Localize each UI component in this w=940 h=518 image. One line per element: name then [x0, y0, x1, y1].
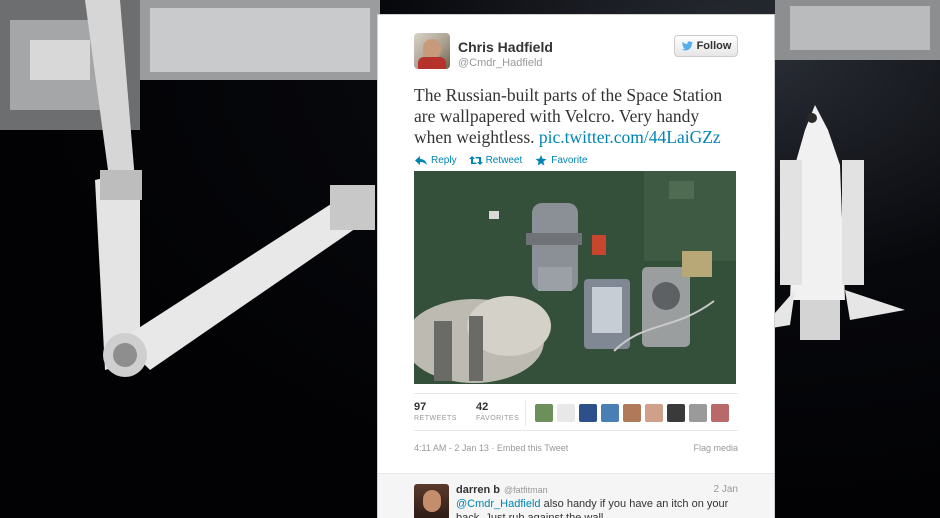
favorites-count: 42 — [476, 401, 489, 413]
follow-button[interactable]: Follow — [674, 35, 738, 57]
retweets-label: RETWEETS — [414, 415, 457, 422]
avatar-face — [423, 39, 441, 59]
reply-avatar-face — [423, 490, 441, 512]
tweet-actions: Reply Retweet Favorite — [414, 155, 738, 166]
favorites-label: FAVORITES — [476, 415, 520, 422]
favorite-star-icon — [535, 155, 547, 166]
flag-media-link[interactable]: Flag media — [693, 443, 738, 453]
tweet-card: Chris Hadfield @Cmdr_Hadfield Follow The… — [377, 14, 775, 518]
follow-label: Follow — [696, 40, 732, 52]
reply-author-name[interactable]: darren b — [456, 484, 500, 496]
tweet-timestamp[interactable]: 4:11 AM - 2 Jan 13 — [414, 443, 489, 453]
reply-date[interactable]: 2 Jan — [714, 484, 738, 495]
retweeter-avatar[interactable] — [689, 404, 707, 422]
velcro-wall-photo — [414, 171, 736, 384]
retweet-action[interactable]: Retweet — [468, 155, 523, 166]
reply-action[interactable]: Reply — [414, 155, 457, 166]
retweets-count: 97 — [414, 401, 427, 413]
tweet-author: Chris Hadfield @Cmdr_Hadfield Follow — [414, 33, 738, 73]
favorite-label: Favorite — [551, 155, 588, 166]
avatar-shirt — [418, 57, 446, 69]
favorites-stat[interactable]: 42 FAVORITES — [476, 401, 519, 422]
retweeter-avatar[interactable] — [557, 404, 575, 422]
reply-mention-link[interactable]: @Cmdr_Hadfield — [456, 498, 541, 510]
tweet-meta: 4:11 AM - 2 Jan 13 · Embed this Tweet Fl… — [414, 443, 738, 453]
favorite-action[interactable]: Favorite — [534, 155, 587, 166]
replies-section: darren b @fatfitman 2 Jan @Cmdr_Hadfield… — [378, 473, 774, 518]
author-avatar[interactable] — [414, 33, 450, 69]
reply-text: @Cmdr_Hadfield also handy if you have an… — [456, 497, 740, 518]
reply-author-handle[interactable]: @fatfitman — [504, 485, 548, 495]
tweet-media-link[interactable]: pic.twitter.com/44LaiGZz — [539, 127, 721, 147]
retweets-stat[interactable]: 97 RETWEETS — [414, 401, 457, 422]
stats-divider — [525, 400, 526, 426]
embed-tweet-link[interactable]: Embed this Tweet — [497, 443, 568, 453]
retweeter-avatar[interactable] — [645, 404, 663, 422]
reply-label: Reply — [431, 155, 457, 166]
tweet-stats: 97 RETWEETS 42 FAVORITES — [414, 393, 738, 431]
retweet-label: Retweet — [485, 155, 523, 166]
retweeter-avatars — [535, 404, 729, 422]
retweeter-avatar[interactable] — [579, 404, 597, 422]
tweet-media-photo[interactable] — [414, 171, 736, 384]
retweeter-avatar[interactable] — [623, 404, 641, 422]
retweeter-avatar[interactable] — [601, 404, 619, 422]
retweeter-avatar[interactable] — [535, 404, 553, 422]
reply-icon — [415, 156, 427, 165]
author-name[interactable]: Chris Hadfield — [458, 39, 553, 55]
retweeter-avatar[interactable] — [711, 404, 729, 422]
retweet-icon — [468, 156, 483, 165]
reply-avatar[interactable] — [414, 484, 449, 518]
retweeter-avatar[interactable] — [667, 404, 685, 422]
author-handle[interactable]: @Cmdr_Hadfield — [458, 57, 543, 69]
tweet-text: The Russian-built parts of the Space Sta… — [414, 85, 738, 148]
twitter-bird-icon — [681, 41, 693, 51]
